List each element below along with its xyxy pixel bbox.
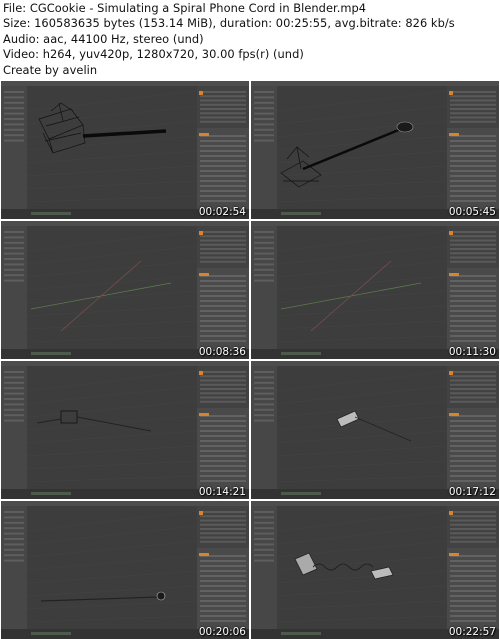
timestamp-label: 00:08:36 bbox=[198, 346, 246, 358]
credit-line: Create by avelin bbox=[3, 62, 98, 77]
timestamp-label: 00:11:30 bbox=[448, 346, 496, 358]
thumbnail-7[interactable]: 00:20:06 bbox=[1, 501, 249, 639]
audio-info-line: Audio: aac, 44100 Hz, stereo (und) bbox=[3, 31, 204, 46]
thumbnail-2[interactable]: 00:05:45 bbox=[251, 81, 499, 219]
timestamp-label: 00:05:45 bbox=[448, 206, 496, 218]
thumbnail-6[interactable]: 00:17:12 bbox=[251, 361, 499, 499]
blender-ui-preview bbox=[1, 361, 249, 499]
timestamp-label: 00:22:57 bbox=[448, 626, 496, 638]
blender-ui-preview bbox=[251, 221, 499, 359]
thumbnail-1[interactable]: 00:02:54 bbox=[1, 81, 249, 219]
blender-ui-preview bbox=[1, 81, 249, 219]
thumbnail-8[interactable]: 00:22:57 bbox=[251, 501, 499, 639]
thumbnail-3[interactable]: 00:08:36 bbox=[1, 221, 249, 359]
thumbnail-grid: 00:02:54 00:05:45 00:08:36 00:11:30 00:1… bbox=[0, 81, 500, 639]
blender-ui-preview bbox=[1, 221, 249, 359]
blender-ui-preview bbox=[251, 501, 499, 639]
timestamp-label: 00:17:12 bbox=[448, 486, 496, 498]
thumbnail-5[interactable]: 00:14:21 bbox=[1, 361, 249, 499]
file-name-line: File: CGCookie - Simulating a Spiral Pho… bbox=[3, 1, 367, 15]
video-info-line: Video: h264, yuv420p, 1280x720, 30.00 fp… bbox=[3, 47, 304, 62]
file-info-header: File: CGCookie - Simulating a Spiral Pho… bbox=[3, 1, 497, 78]
thumbnail-4[interactable]: 00:11:30 bbox=[251, 221, 499, 359]
timestamp-label: 00:02:54 bbox=[198, 206, 246, 218]
timestamp-label: 00:20:06 bbox=[198, 626, 246, 638]
file-size-line: Size: 160583635 bytes (153.14 MiB), dura… bbox=[3, 16, 455, 31]
blender-ui-preview bbox=[1, 501, 249, 639]
blender-ui-preview bbox=[251, 81, 499, 219]
timestamp-label: 00:14:21 bbox=[198, 486, 246, 498]
blender-ui-preview bbox=[251, 361, 499, 499]
